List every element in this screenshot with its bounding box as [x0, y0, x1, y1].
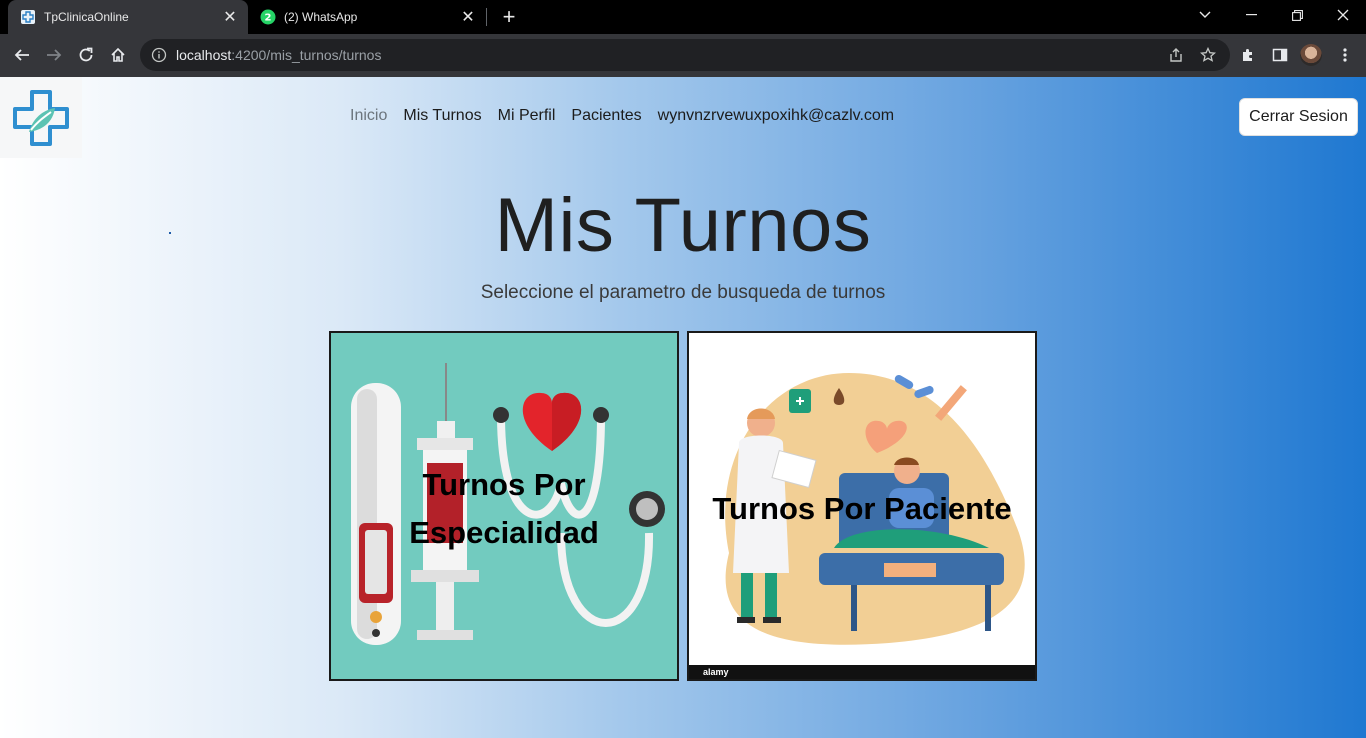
tab-strip: TpClinicaOnline ✕ 2 (2) WhatsApp ✕ +: [0, 0, 1366, 34]
minimize-icon[interactable]: [1228, 0, 1274, 30]
new-tab-icon[interactable]: +: [496, 4, 522, 30]
tab-search-icon[interactable]: [1182, 0, 1228, 30]
clinic-logo[interactable]: [0, 77, 82, 158]
page-subtitle: Seleccione el parametro de busqueda de t…: [480, 282, 886, 303]
nav-inicio[interactable]: Inicio: [350, 107, 387, 125]
nav-mis-turnos[interactable]: Mis Turnos: [403, 107, 481, 125]
watermark-bar: alamy: [689, 665, 1035, 679]
tab-separator: [486, 8, 487, 26]
card-label: Turnos Por Paciente: [712, 491, 1012, 526]
close-tab-icon[interactable]: ✕: [222, 9, 238, 26]
extensions-icon[interactable]: [1233, 40, 1263, 70]
nav-mi-perfil[interactable]: Mi Perfil: [498, 107, 556, 125]
close-tab-icon[interactable]: ✕: [460, 9, 476, 26]
url-path: :4200/mis_turnos/turnos: [231, 47, 382, 63]
main-nav: Inicio Mis Turnos Mi Perfil Pacientes wy…: [350, 107, 894, 125]
nav-pacientes[interactable]: Pacientes: [571, 107, 641, 125]
tab-title: (2) WhatsApp: [284, 10, 358, 24]
tab-whatsapp[interactable]: 2 (2) WhatsApp ✕: [250, 0, 486, 34]
site-info-icon[interactable]: [142, 47, 176, 63]
home-icon[interactable]: [103, 40, 133, 70]
profile-avatar[interactable]: [1300, 44, 1322, 66]
share-icon[interactable]: [1164, 43, 1188, 67]
tab-title: TpClinicaOnline: [44, 10, 129, 24]
site-favicon-icon: [20, 9, 36, 25]
whatsapp-icon: 2: [260, 9, 276, 25]
card-label: Turnos Por Especialidad: [409, 467, 599, 550]
side-panel-icon[interactable]: [1265, 40, 1295, 70]
url-host: localhost: [176, 47, 232, 63]
medical-cross-icon: [13, 89, 69, 146]
back-icon[interactable]: [7, 40, 37, 70]
tab-tpclinicaonline[interactable]: TpClinicaOnline ✕: [8, 0, 248, 34]
page-content: Inicio Mis Turnos Mi Perfil Pacientes wy…: [0, 77, 1366, 738]
menu-kebab-icon[interactable]: [1330, 40, 1360, 70]
close-window-icon[interactable]: [1320, 0, 1366, 30]
page-title: Mis Turnos: [494, 183, 872, 268]
browser-toolbar: localhost:4200/mis_turnos/turnos: [0, 34, 1366, 77]
address-bar[interactable]: localhost:4200/mis_turnos/turnos: [140, 39, 1230, 71]
nav-user-email[interactable]: wynvnzrvewuxpoxihk@cazlv.com: [658, 107, 894, 125]
turnos-por-especialidad-card[interactable]: Turnos Por Especialidad: [329, 331, 679, 681]
turnos-por-paciente-card[interactable]: Turnos Por Paciente alamy: [687, 331, 1037, 681]
restore-icon[interactable]: [1274, 0, 1320, 30]
whatsapp-badge: 2: [265, 13, 272, 24]
forward-icon[interactable]: [39, 40, 69, 70]
reload-icon[interactable]: [71, 40, 101, 70]
bookmark-star-icon[interactable]: [1196, 43, 1220, 67]
url-text: localhost:4200/mis_turnos/turnos: [176, 47, 381, 63]
logout-button[interactable]: Cerrar Sesion: [1239, 98, 1358, 136]
